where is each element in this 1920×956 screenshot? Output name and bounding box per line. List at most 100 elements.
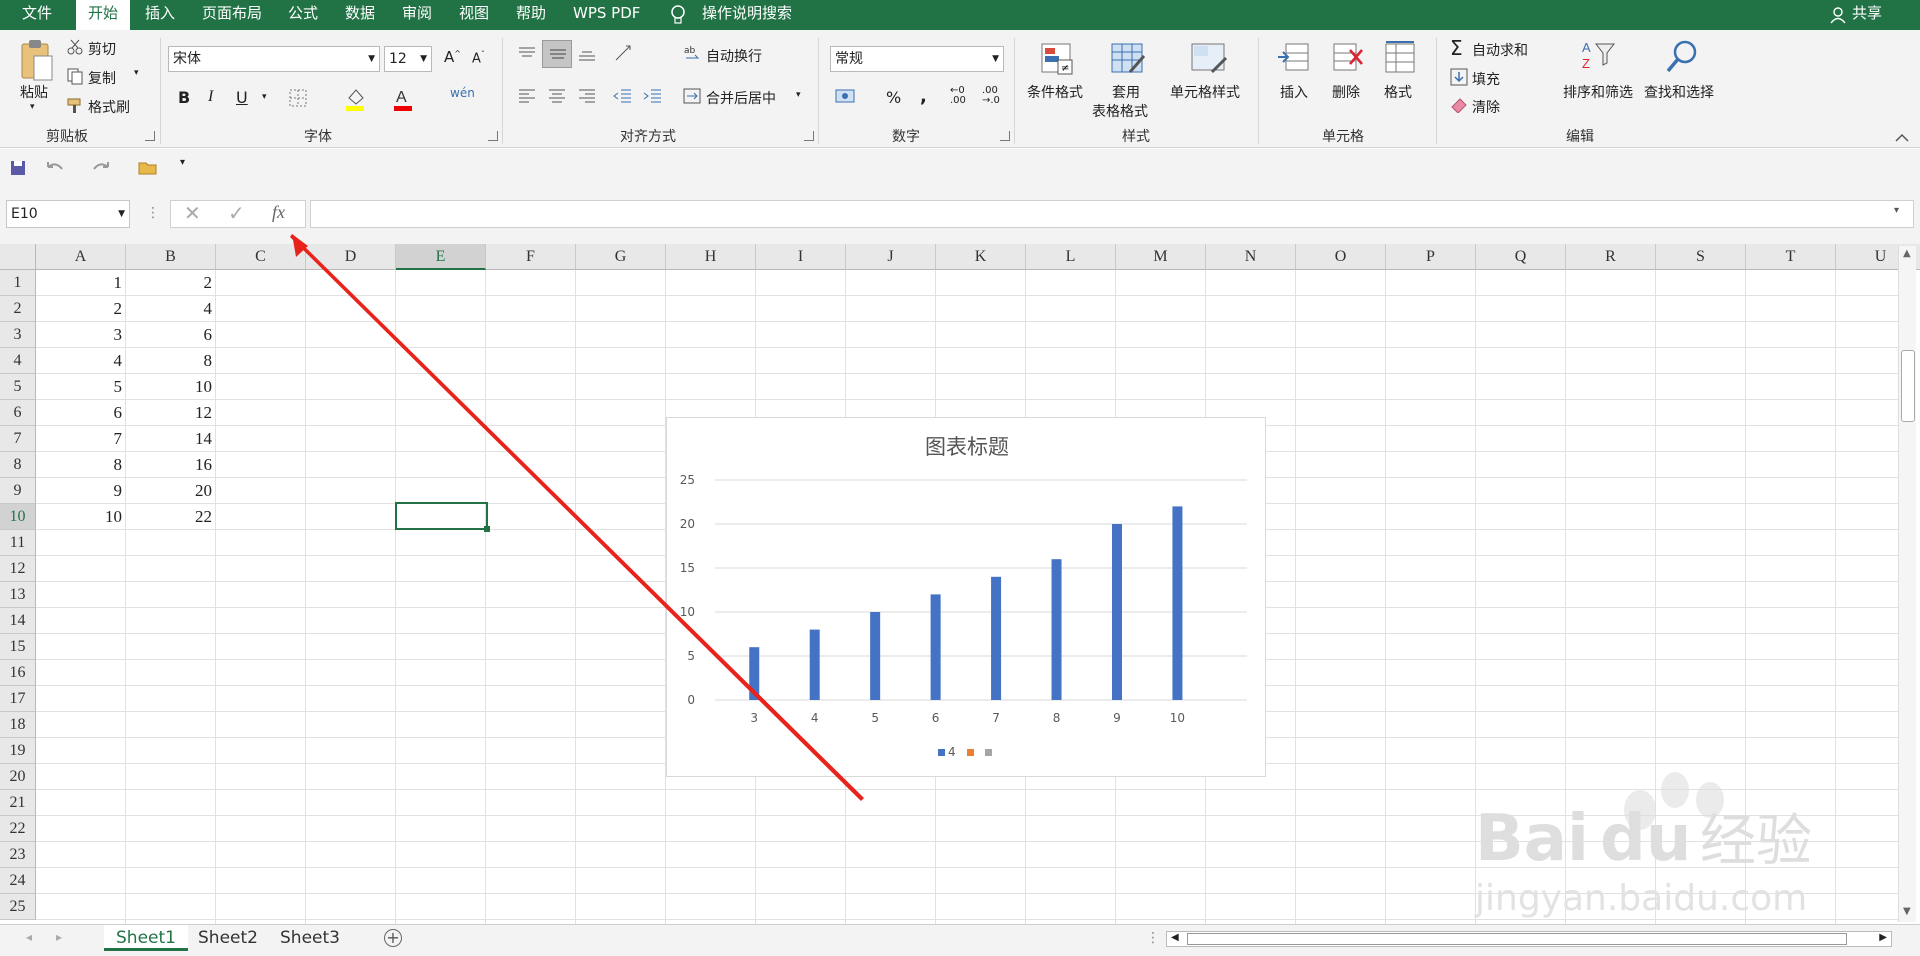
merge-dropdown-icon[interactable]: ▾	[796, 90, 801, 100]
cell-a3[interactable]: 3	[36, 322, 126, 348]
cell-b1[interactable]: 2	[126, 270, 216, 296]
cut-button[interactable]: 剪切	[88, 39, 116, 59]
column-header-d[interactable]: D	[306, 244, 396, 270]
cell-b5[interactable]: 10	[126, 374, 216, 400]
cell-a8[interactable]: 8	[36, 452, 126, 478]
row-header-8[interactable]: 8	[0, 452, 36, 478]
clipboard-launcher-icon[interactable]	[145, 131, 155, 141]
column-header-c[interactable]: C	[216, 244, 306, 270]
row-header-21[interactable]: 21	[0, 790, 36, 816]
insert-function-button[interactable]: fx	[272, 202, 285, 223]
column-header-k[interactable]: K	[936, 244, 1026, 270]
conditional-formatting-button[interactable]: 条件格式	[1027, 82, 1083, 102]
copy-dropdown-icon[interactable]: ▾	[134, 68, 139, 78]
share-button[interactable]: 共享	[1852, 0, 1882, 30]
cell-b9[interactable]: 20	[126, 478, 216, 504]
row-header-2[interactable]: 2	[0, 296, 36, 322]
cell-b3[interactable]: 6	[126, 322, 216, 348]
fill-handle[interactable]	[484, 526, 490, 532]
column-header-e[interactable]: E	[396, 244, 486, 270]
underline-dropdown-icon[interactable]: ▾	[262, 92, 267, 102]
paste-button[interactable]: 粘贴	[20, 82, 48, 102]
sheet-tab-3[interactable]: Sheet3	[268, 925, 352, 951]
row-header-19[interactable]: 19	[0, 738, 36, 764]
column-header-t[interactable]: T	[1746, 244, 1836, 270]
underline-button[interactable]: U	[236, 88, 248, 107]
alignment-launcher-icon[interactable]	[804, 131, 814, 141]
decrease-decimal-icon[interactable]: .00 →.0	[982, 86, 1000, 106]
row-header-6[interactable]: 6	[0, 400, 36, 426]
save-icon[interactable]	[10, 160, 26, 176]
cancel-icon[interactable]: ✕	[184, 201, 201, 225]
comma-style-button[interactable]: ,	[920, 86, 927, 107]
horizontal-scroll-thumb[interactable]	[1187, 933, 1847, 945]
menu-page-layout[interactable]: 页面布局	[202, 0, 262, 30]
column-header-g[interactable]: G	[576, 244, 666, 270]
align-right-icon[interactable]	[576, 86, 598, 106]
font-launcher-icon[interactable]	[488, 131, 498, 141]
italic-button[interactable]: I	[208, 88, 213, 106]
cell-b7[interactable]: 14	[126, 426, 216, 452]
column-header-s[interactable]: S	[1656, 244, 1746, 270]
column-header-o[interactable]: O	[1296, 244, 1386, 270]
cell-a4[interactable]: 4	[36, 348, 126, 374]
align-bottom-icon[interactable]	[576, 44, 598, 64]
paste-icon[interactable]	[18, 38, 54, 82]
format-cells-button[interactable]: 格式	[1384, 82, 1412, 102]
column-header-q[interactable]: Q	[1476, 244, 1566, 270]
vertical-scrollbar[interactable]: ▲ ▼	[1898, 246, 1916, 922]
format-as-table-button[interactable]: 套用	[1112, 82, 1140, 102]
menu-review[interactable]: 审阅	[402, 0, 432, 30]
menu-wps-pdf[interactable]: WPS PDF	[573, 0, 640, 30]
next-sheet-icon[interactable]: ▸	[56, 930, 62, 944]
cell-a6[interactable]: 6	[36, 400, 126, 426]
copy-button[interactable]: 复制	[88, 68, 116, 88]
vertical-scroll-thumb[interactable]	[1901, 350, 1915, 422]
scroll-down-icon[interactable]: ▼	[1903, 906, 1911, 917]
align-left-icon[interactable]	[516, 86, 538, 106]
cell-a1[interactable]: 1	[36, 270, 126, 296]
redo-icon[interactable]	[90, 159, 112, 177]
horizontal-scrollbar[interactable]: ◀ ▶	[1166, 931, 1892, 947]
customize-qat-icon[interactable]: ▾	[180, 157, 185, 168]
column-header-a[interactable]: A	[36, 244, 126, 270]
formula-input[interactable]	[310, 200, 1914, 228]
tell-me-search[interactable]: 操作说明搜索	[702, 0, 792, 30]
font-color-icon[interactable]: A	[392, 86, 414, 112]
clear-button[interactable]: 清除	[1472, 97, 1500, 117]
insert-cells-button[interactable]: 插入	[1280, 82, 1308, 102]
paste-dropdown-icon[interactable]: ▾	[30, 102, 35, 112]
wrap-text-button[interactable]: 自动换行	[706, 46, 762, 66]
column-header-j[interactable]: J	[846, 244, 936, 270]
scroll-left-icon[interactable]: ◀	[1171, 932, 1179, 943]
select-all-corner[interactable]	[0, 244, 36, 270]
row-header-16[interactable]: 16	[0, 660, 36, 686]
find-select-button[interactable]: 查找和选择	[1644, 82, 1714, 102]
borders-icon[interactable]	[288, 88, 308, 108]
decrease-font-icon[interactable]: Aˇ	[472, 50, 485, 66]
expand-formula-icon[interactable]: ▾	[1894, 205, 1899, 216]
menu-data[interactable]: 数据	[345, 0, 375, 30]
row-header-24[interactable]: 24	[0, 868, 36, 894]
undo-icon[interactable]	[44, 159, 66, 177]
align-middle-button[interactable]	[542, 40, 572, 68]
row-header-5[interactable]: 5	[0, 374, 36, 400]
row-header-1[interactable]: 1	[0, 270, 36, 296]
row-header-10[interactable]: 10	[0, 504, 36, 530]
menu-formulas[interactable]: 公式	[288, 0, 318, 30]
scroll-right-icon[interactable]: ▶	[1879, 932, 1887, 943]
autosum-button[interactable]: 自动求和	[1472, 40, 1528, 60]
row-header-22[interactable]: 22	[0, 816, 36, 842]
sheet-tab-2[interactable]: Sheet2	[186, 925, 270, 951]
menu-view[interactable]: 视图	[459, 0, 489, 30]
sheet-tab-1[interactable]: Sheet1	[104, 925, 188, 951]
number-format-select[interactable]: 常规 ▼	[830, 46, 1004, 72]
phonetic-icon[interactable]: wén	[450, 86, 475, 100]
fill-button[interactable]: 填充	[1472, 69, 1500, 89]
row-header-20[interactable]: 20	[0, 764, 36, 790]
cell-a10[interactable]: 10	[36, 504, 126, 530]
fill-color-icon[interactable]	[344, 86, 366, 112]
menu-file[interactable]: 文件	[22, 0, 52, 30]
increase-font-icon[interactable]: A^	[444, 48, 461, 66]
add-sheet-button[interactable]: +	[384, 929, 402, 947]
